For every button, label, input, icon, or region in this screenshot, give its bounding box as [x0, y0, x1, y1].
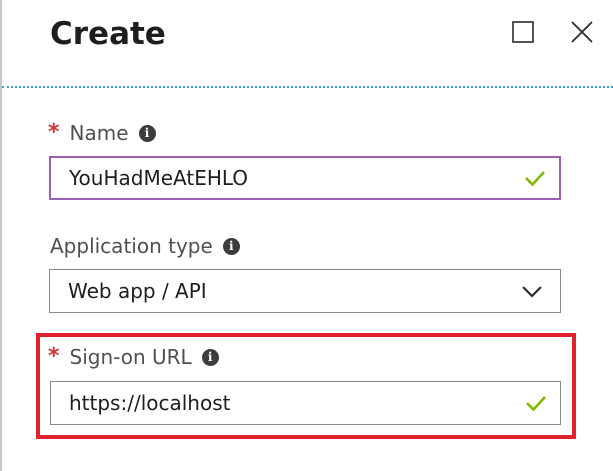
- info-icon[interactable]: i: [222, 237, 240, 255]
- close-button[interactable]: [564, 14, 600, 50]
- sign-on-url-input[interactable]: https://localhost: [50, 381, 561, 425]
- name-input[interactable]: YouHadMeAtEHLO: [49, 156, 561, 200]
- name-label-row: * Name i: [48, 120, 156, 146]
- application-type-select[interactable]: Web app / API: [49, 269, 561, 313]
- chevron-down-icon: [522, 286, 542, 298]
- info-icon[interactable]: i: [138, 124, 156, 142]
- application-type-label-row: Application type i: [50, 233, 240, 259]
- checkmark-icon: [525, 171, 545, 187]
- sign-on-url-input-value: https://localhost: [69, 391, 231, 415]
- name-label: Name: [69, 121, 129, 145]
- name-input-value: YouHadMeAtEHLO: [69, 166, 249, 190]
- required-indicator: *: [48, 344, 60, 369]
- application-type-label: Application type: [50, 234, 213, 258]
- blade-header: Create: [2, 0, 613, 88]
- info-icon[interactable]: i: [201, 348, 219, 366]
- close-icon: [571, 21, 593, 43]
- sign-on-url-label: Sign-on URL: [69, 345, 192, 369]
- sign-on-url-label-row: * Sign-on URL i: [48, 344, 219, 370]
- maximize-button[interactable]: [505, 14, 541, 50]
- application-type-selected: Web app / API: [68, 279, 207, 303]
- checkmark-icon: [526, 396, 546, 412]
- maximize-icon: [512, 21, 534, 43]
- blade-title: Create: [50, 16, 166, 52]
- required-indicator: *: [48, 120, 60, 145]
